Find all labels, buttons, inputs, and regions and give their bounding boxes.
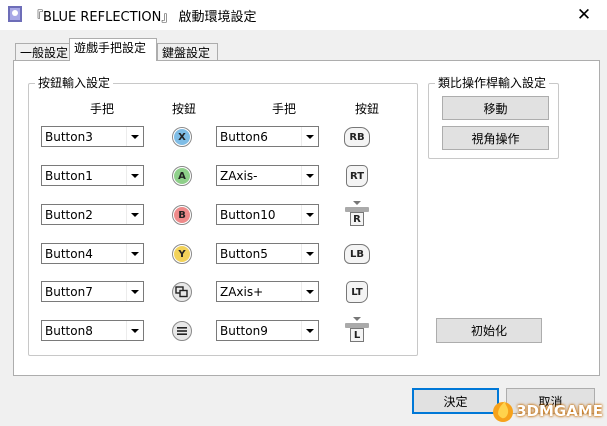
chevron-down-icon bbox=[301, 166, 318, 185]
y-button-icon: Y bbox=[170, 242, 194, 266]
move-button[interactable]: 移動 bbox=[442, 96, 549, 120]
rt-trigger-icon: RT bbox=[342, 163, 372, 189]
rb-bumper-icon: RB bbox=[342, 125, 372, 149]
button-input-group-title: 按鈕輸入設定 bbox=[35, 75, 114, 91]
analog-input-group: 類比操作桿輸入設定 移動 視角操作 bbox=[428, 75, 559, 159]
chevron-down-icon bbox=[126, 166, 143, 185]
reset-button[interactable]: 初始化 bbox=[436, 318, 542, 343]
camera-control-button[interactable]: 視角操作 bbox=[442, 126, 549, 150]
select-value: Button5 bbox=[220, 246, 268, 261]
view-button-mapping-select[interactable]: Button7 bbox=[41, 281, 144, 302]
lb-mapping-select[interactable]: Button5 bbox=[216, 243, 319, 264]
lb-bumper-icon: LB bbox=[342, 242, 372, 266]
select-value: Button1 bbox=[45, 168, 93, 183]
gamepad-settings-page: 按鈕輸入設定 手把 按鈕 手把 按鈕 Button3 X Button6 RB … bbox=[13, 60, 600, 376]
chevron-down-icon bbox=[126, 282, 143, 301]
select-value: Button6 bbox=[220, 129, 268, 144]
watermark-logo: 3DMGAME bbox=[490, 398, 603, 424]
y-button-mapping-select[interactable]: Button4 bbox=[41, 243, 144, 264]
tab-gamepad-label: 遊戲手把設定 bbox=[74, 41, 147, 55]
select-value: Button3 bbox=[45, 129, 93, 144]
analog-input-group-title: 類比操作桿輸入設定 bbox=[435, 75, 550, 91]
select-value: Button7 bbox=[45, 284, 93, 299]
ok-button[interactable]: 決定 bbox=[412, 388, 499, 414]
select-value: Button2 bbox=[45, 207, 93, 222]
button-input-group: 按鈕輸入設定 手把 按鈕 手把 按鈕 Button3 X Button6 RB … bbox=[28, 75, 418, 356]
menu-button-mapping-select[interactable]: Button8 bbox=[41, 320, 144, 341]
tab-general-label: 一般設定 bbox=[20, 46, 69, 60]
a-button-mapping-select[interactable]: Button1 bbox=[41, 165, 144, 186]
window-title: 『BLUE REFLECTION』 啟動環境設定 bbox=[30, 10, 257, 25]
camera-control-button-label: 視角操作 bbox=[471, 131, 520, 146]
move-button-label: 移動 bbox=[483, 101, 508, 116]
chevron-down-icon bbox=[126, 321, 143, 340]
chevron-down-icon bbox=[301, 282, 318, 301]
select-value: Button4 bbox=[45, 246, 93, 261]
chevron-down-icon bbox=[301, 127, 318, 146]
right-stick-press-icon: R bbox=[344, 200, 370, 228]
watermark-flame-icon bbox=[493, 401, 514, 422]
col-header-button-right: 按鈕 bbox=[354, 102, 379, 116]
x-button-mapping-select[interactable]: Button3 bbox=[41, 126, 144, 147]
close-button[interactable]: ✕ bbox=[561, 0, 607, 30]
title-bar: 『BLUE REFLECTION』 啟動環境設定 ✕ bbox=[0, 0, 607, 30]
l3-mapping-select[interactable]: Button9 bbox=[216, 320, 319, 341]
tab-keyboard-label: 鍵盤設定 bbox=[162, 46, 211, 60]
a-button-icon: A bbox=[170, 164, 194, 188]
select-value: Button10 bbox=[220, 207, 276, 222]
x-button-icon: X bbox=[170, 125, 194, 149]
lt-mapping-select[interactable]: ZAxis+ bbox=[216, 281, 319, 302]
chevron-down-icon bbox=[301, 205, 318, 224]
select-value: ZAxis- bbox=[220, 168, 258, 183]
rt-mapping-select[interactable]: ZAxis- bbox=[216, 165, 319, 186]
reset-button-label: 初始化 bbox=[470, 324, 507, 338]
chevron-down-icon bbox=[301, 244, 318, 263]
app-icon bbox=[8, 6, 22, 22]
ok-button-label: 決定 bbox=[443, 394, 468, 409]
b-button-mapping-select[interactable]: Button2 bbox=[41, 204, 144, 225]
col-header-button-left: 按鈕 bbox=[171, 102, 196, 116]
lt-trigger-icon: LT bbox=[342, 279, 372, 305]
r3-mapping-select[interactable]: Button10 bbox=[216, 204, 319, 225]
col-header-gamepad-right: 手把 bbox=[271, 102, 296, 116]
col-header-gamepad-left: 手把 bbox=[89, 102, 114, 116]
select-value: Button8 bbox=[45, 323, 93, 338]
select-value: ZAxis+ bbox=[220, 284, 264, 299]
select-value: Button9 bbox=[220, 323, 268, 338]
chevron-down-icon bbox=[126, 127, 143, 146]
menu-button-icon bbox=[170, 319, 194, 343]
chevron-down-icon bbox=[126, 205, 143, 224]
rb-mapping-select[interactable]: Button6 bbox=[216, 126, 319, 147]
view-button-icon bbox=[170, 280, 194, 304]
close-icon: ✕ bbox=[576, 5, 592, 25]
left-stick-press-icon: L bbox=[344, 316, 370, 344]
chevron-down-icon bbox=[301, 321, 318, 340]
tab-gamepad[interactable]: 遊戲手把設定 bbox=[69, 38, 157, 61]
b-button-icon: B bbox=[170, 203, 194, 227]
watermark-text: 3DMGAME bbox=[516, 402, 603, 420]
chevron-down-icon bbox=[126, 244, 143, 263]
